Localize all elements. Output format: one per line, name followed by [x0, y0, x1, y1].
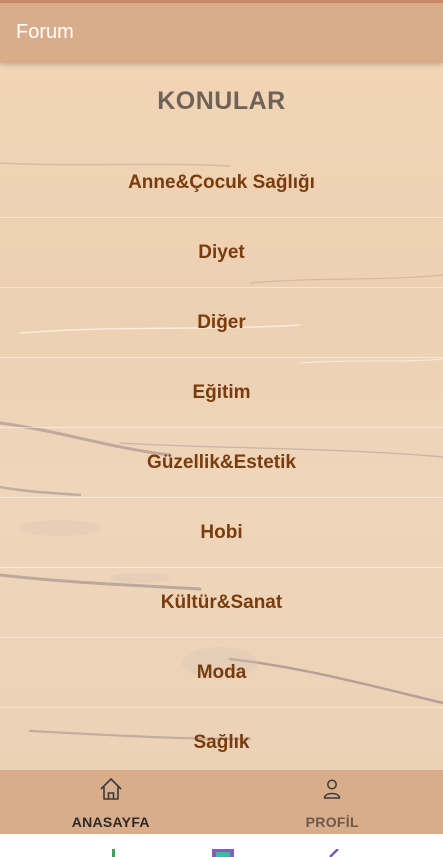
topic-item[interactable]: Hobi — [0, 498, 443, 568]
bottom-navigation: ANASAYFA PROFİL — [0, 770, 443, 834]
system-app-icon — [329, 849, 339, 857]
app-bar: Forum — [0, 3, 443, 63]
topic-item[interactable]: Diyet — [0, 218, 443, 288]
nav-home-label: ANASAYFA — [71, 814, 150, 830]
topic-item[interactable]: Moda — [0, 638, 443, 708]
system-navigation-bar — [0, 834, 443, 857]
topic-item[interactable]: Sağlık — [0, 708, 443, 770]
topic-item[interactable]: Eğitim — [0, 358, 443, 428]
home-icon — [100, 778, 122, 800]
topics-screen[interactable]: KONULAR Anne&Çocuk Sağlığı Diyet Diğer E… — [0, 63, 443, 770]
system-app-icon — [112, 849, 115, 857]
topic-item[interactable]: Kültür&Sanat — [0, 568, 443, 638]
nav-profile-label: PROFİL — [305, 814, 359, 830]
nav-profile-button[interactable]: PROFİL — [222, 770, 443, 834]
topic-item[interactable]: Güzellik&Estetik — [0, 428, 443, 498]
person-icon — [324, 779, 341, 799]
topic-item[interactable]: Diğer — [0, 288, 443, 358]
app-title: Forum — [16, 21, 74, 43]
topic-list: Anne&Çocuk Sağlığı Diyet Diğer Eğitim Gü… — [0, 148, 443, 770]
nav-home-button[interactable]: ANASAYFA — [0, 770, 222, 834]
topic-item[interactable]: Anne&Çocuk Sağlığı — [0, 148, 443, 218]
topics-heading: KONULAR — [157, 87, 286, 115]
system-app-icon — [212, 849, 234, 857]
